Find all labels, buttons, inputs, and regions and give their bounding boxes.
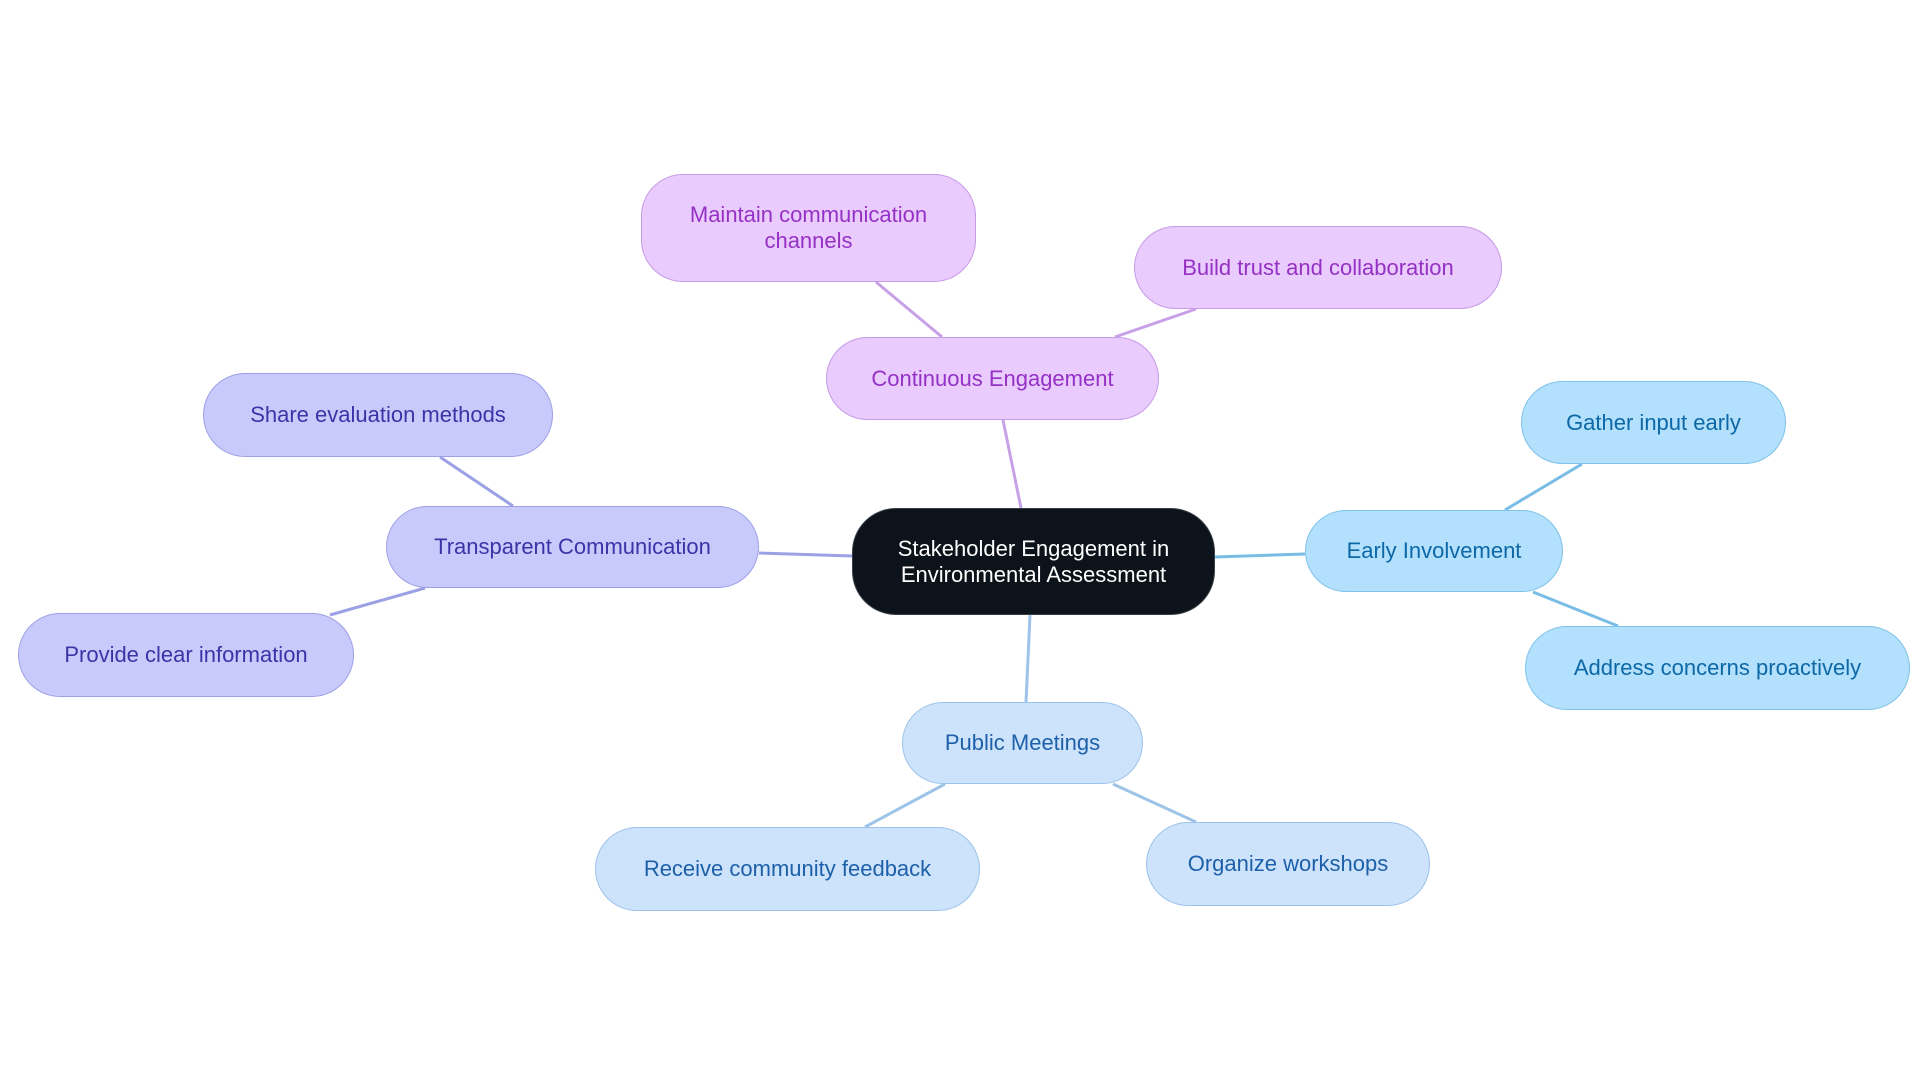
node-provide-clear-information[interactable]: Provide clear information (18, 613, 354, 697)
node-label-line1: Maintain communication (689, 202, 928, 227)
node-address-concerns-proactively[interactable]: Address concerns proactively (1525, 626, 1910, 710)
node-label: Transparent Communication (434, 534, 711, 559)
node-build-trust-and-collaboration[interactable]: Build trust and collaboration (1134, 226, 1502, 309)
node-maintain-communication-channels[interactable]: Maintain communication channels (641, 174, 976, 282)
node-label: Address concerns proactively (1573, 655, 1862, 680)
node-gather-input-early[interactable]: Gather input early (1521, 381, 1786, 464)
root-label-line1: Stakeholder Engagement in (897, 535, 1170, 561)
edge-root-public-meetings (1024, 614, 1032, 703)
node-transparent-communication[interactable]: Transparent Communication (386, 506, 759, 588)
edge-root-continuous-engagement (1001, 419, 1023, 509)
edge-continuous-build-trust (1114, 307, 1197, 339)
edge-transparent-share (439, 455, 514, 508)
node-label-line2: channels (764, 228, 853, 253)
edge-public-organize (1112, 782, 1197, 824)
node-label: Share evaluation methods (250, 402, 506, 427)
node-continuous-engagement[interactable]: Continuous Engagement (826, 337, 1159, 420)
root-node[interactable]: Stakeholder Engagement in Environmental … (852, 508, 1215, 615)
node-label: Gather input early (1566, 409, 1741, 435)
node-label: Build trust and collaboration (1182, 254, 1454, 280)
node-receive-community-feedback[interactable]: Receive community feedback (595, 827, 980, 911)
node-label: Provide clear information (64, 642, 308, 667)
node-label: Public Meetings (944, 730, 1101, 755)
node-early-involvement[interactable]: Early Involvement (1305, 510, 1563, 592)
edge-transparent-provide (329, 586, 426, 617)
node-organize-workshops[interactable]: Organize workshops (1146, 822, 1430, 906)
node-label: Early Involvement (1346, 538, 1522, 563)
node-public-meetings[interactable]: Public Meetings (902, 702, 1143, 784)
edge-root-early-involvement (1214, 552, 1306, 559)
node-label: Receive community feedback (643, 856, 932, 881)
edge-public-receive (864, 782, 946, 829)
edge-early-address (1532, 590, 1619, 628)
root-label-line2: Environmental Assessment (900, 561, 1167, 587)
node-label: Organize workshops (1187, 851, 1389, 876)
edge-early-gather (1504, 462, 1583, 512)
edge-continuous-maintain (875, 280, 943, 339)
node-share-evaluation-methods[interactable]: Share evaluation methods (203, 373, 553, 457)
node-label: Continuous Engagement (871, 365, 1114, 391)
edge-root-transparent (758, 551, 853, 558)
